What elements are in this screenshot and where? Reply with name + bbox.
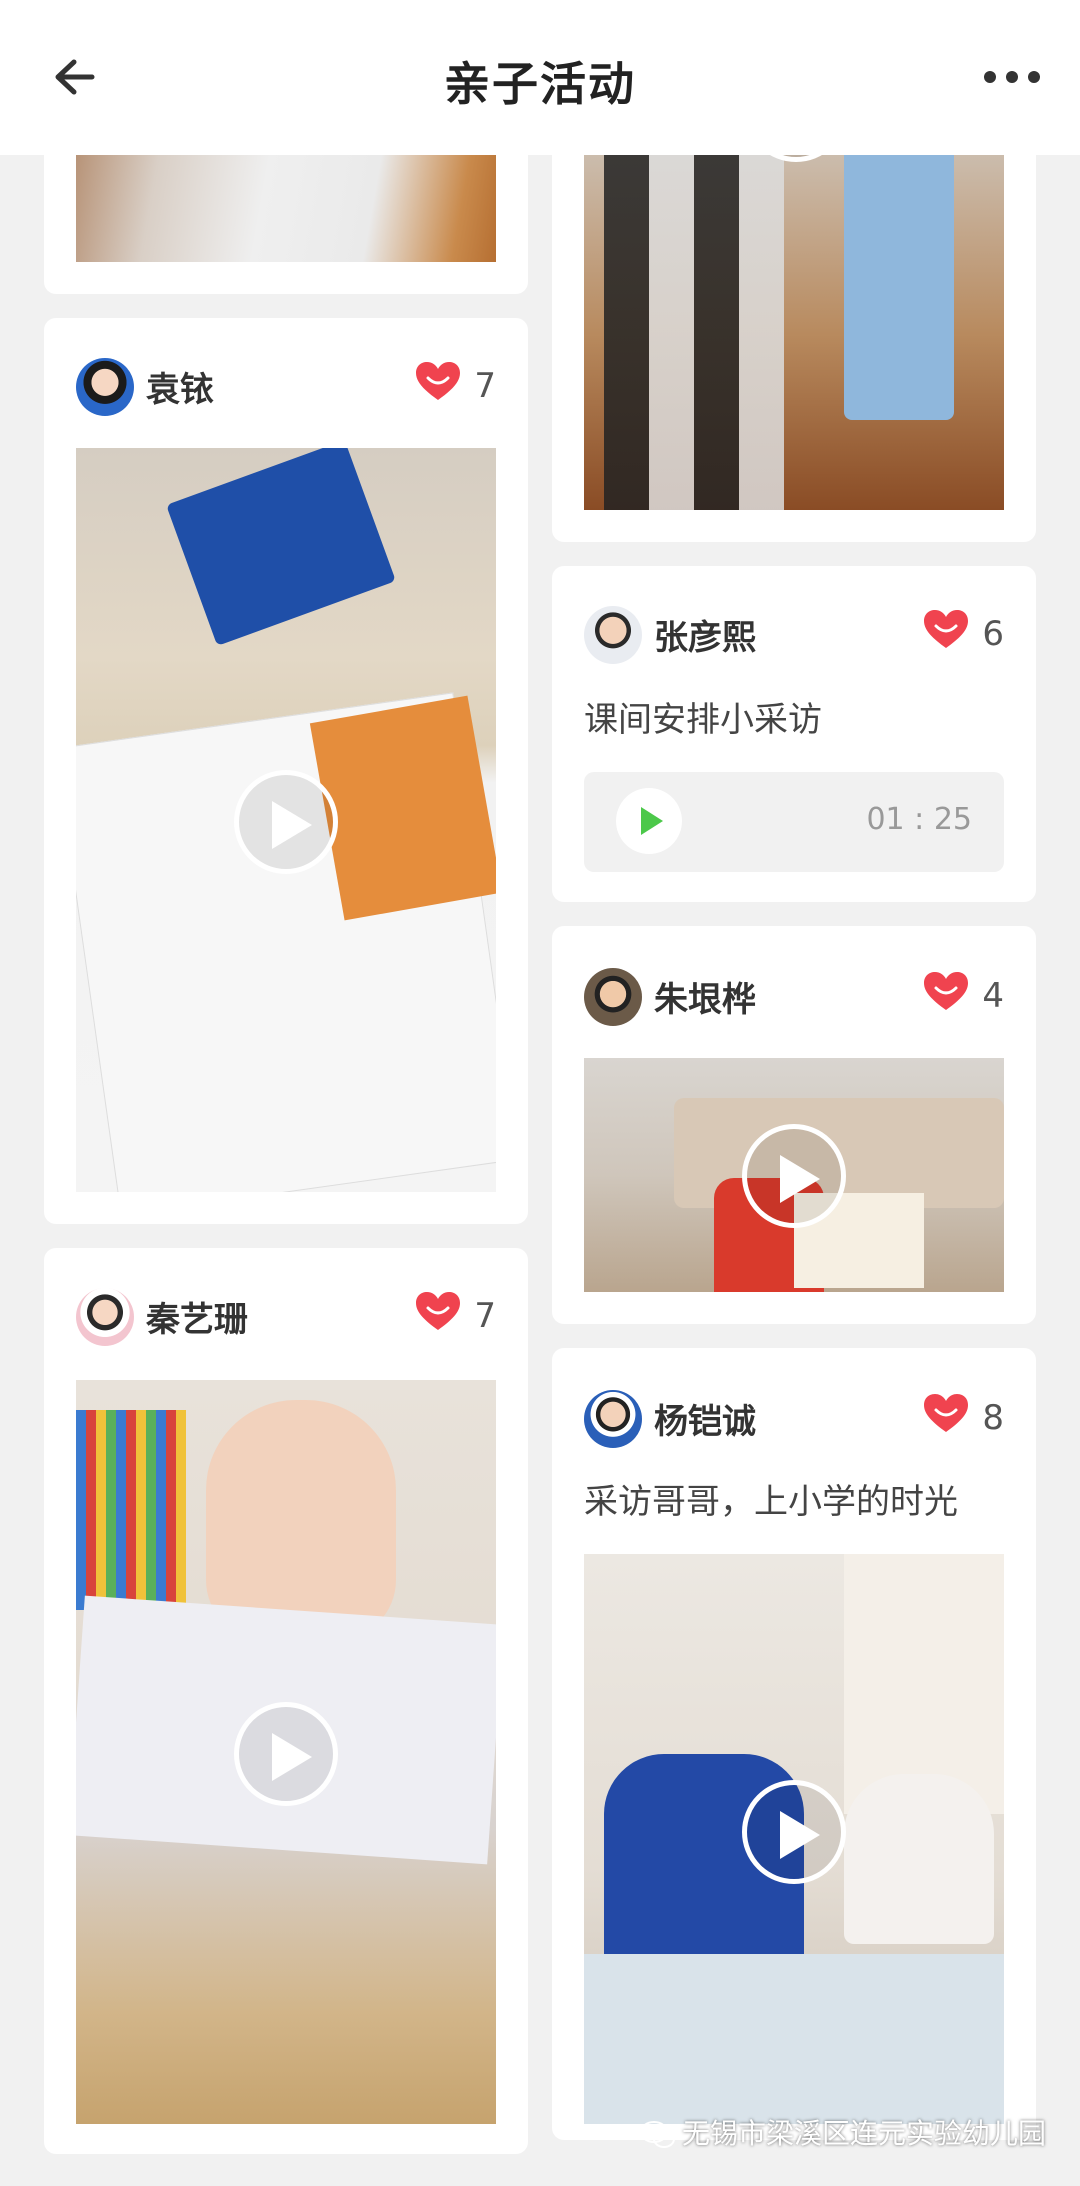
avatar[interactable] — [584, 1390, 642, 1448]
post-caption: 采访哥哥，上小学的时光 — [584, 1482, 958, 1522]
watermark-text: 无锡市梁溪区连元实验幼儿园 — [682, 2117, 1047, 2150]
play-button[interactable] — [234, 770, 338, 874]
play-icon — [641, 807, 663, 835]
post-header: 秦艺珊 7 — [76, 1288, 496, 1348]
post-card[interactable]: 杨铠诚 8 采访哥哥，上小学的时光 — [552, 1348, 1036, 2140]
like-count: 4 — [982, 976, 1004, 1016]
play-button[interactable] — [234, 1702, 338, 1806]
post-caption: 课间安排小采访 — [584, 700, 822, 740]
page-title: 亲子活动 — [444, 57, 636, 111]
post-header: 袁铱 7 — [76, 358, 496, 418]
like-button[interactable]: 8 — [924, 1394, 1004, 1444]
wechat-icon — [640, 2121, 675, 2148]
like-button[interactable]: 6 — [924, 610, 1004, 660]
post-header: 朱垠桦 4 — [584, 968, 1004, 1028]
author-name[interactable]: 朱垠桦 — [654, 972, 756, 1021]
like-button[interactable]: 4 — [924, 972, 1004, 1022]
watermark: 无锡市梁溪区连元实验幼儿园 — [640, 2112, 1046, 2152]
audio-player[interactable]: 01 : 25 — [584, 772, 1004, 872]
audio-duration: 01 : 25 — [866, 802, 972, 837]
like-count: 7 — [474, 366, 496, 406]
heart-icon — [924, 610, 968, 648]
post-header: 张彦熙 6 — [584, 606, 1004, 666]
avatar[interactable] — [76, 358, 134, 416]
avatar[interactable] — [76, 1288, 134, 1346]
post-card-partial[interactable] — [552, 120, 1036, 542]
heart-icon — [416, 1292, 460, 1330]
author-name[interactable]: 张彦熙 — [654, 610, 756, 659]
nav-bar: 亲子活动 — [0, 0, 1080, 155]
avatar[interactable] — [584, 968, 642, 1026]
post-card[interactable]: 秦艺珊 7 — [44, 1248, 528, 2154]
heart-icon — [924, 972, 968, 1010]
heart-icon — [416, 362, 460, 400]
author-name[interactable]: 袁铱 — [146, 362, 214, 411]
heart-icon — [924, 1394, 968, 1432]
post-card[interactable]: 朱垠桦 4 — [552, 926, 1036, 1324]
like-count: 8 — [982, 1398, 1004, 1438]
author-name[interactable]: 杨铠诚 — [654, 1394, 756, 1443]
like-button[interactable]: 7 — [416, 1292, 496, 1342]
like-button[interactable]: 7 — [416, 362, 496, 412]
avatar[interactable] — [584, 606, 642, 664]
author-name[interactable]: 秦艺珊 — [146, 1292, 248, 1341]
post-card[interactable]: 袁铱 7 — [44, 318, 528, 1224]
video-thumbnail[interactable] — [584, 120, 1004, 510]
like-count: 6 — [982, 614, 1004, 654]
play-button[interactable] — [742, 1124, 846, 1228]
post-header: 杨铠诚 8 — [584, 1390, 1004, 1450]
more-options-icon[interactable] — [982, 62, 1042, 92]
like-count: 7 — [474, 1296, 496, 1336]
audio-play-button[interactable] — [616, 788, 682, 854]
post-card[interactable]: 张彦熙 6 课间安排小采访 01 : 25 — [552, 566, 1036, 902]
play-button[interactable] — [742, 1780, 846, 1884]
